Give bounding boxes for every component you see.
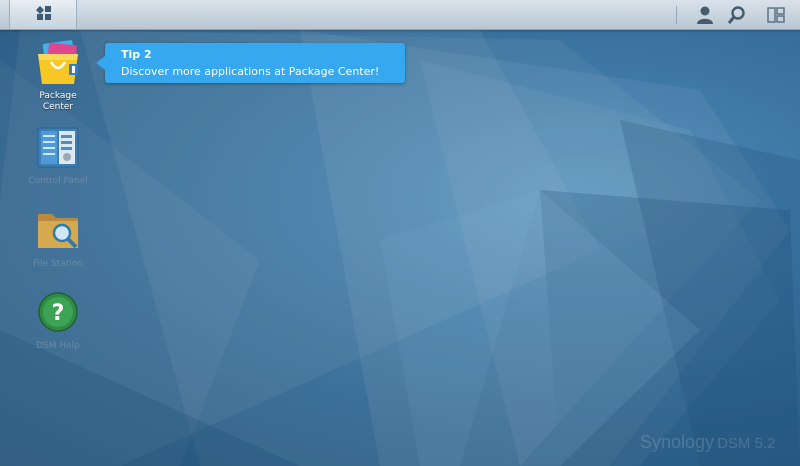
desktop-icon-file-station[interactable]: File Station (18, 208, 98, 270)
desktop-icon-label: Control Panel (28, 176, 88, 186)
brand-version: DSM 5.2 (717, 435, 776, 452)
file-station-icon (34, 208, 82, 256)
user-icon[interactable] (695, 5, 715, 25)
help-icon: ? (34, 290, 82, 338)
widgets-icon[interactable] (766, 5, 786, 25)
desktop-icon-dsm-help[interactable]: ? DSM Help (18, 290, 98, 352)
brand-watermark: Synology DSM 5.2 (640, 432, 775, 453)
brand-name: Synology (640, 432, 715, 452)
svg-text:?: ? (52, 301, 65, 326)
tip-text: Discover more applications at Package Ce… (121, 65, 380, 78)
main-menu-icon (36, 6, 51, 20)
desktop-icon-control-panel[interactable]: Control Panel (18, 125, 98, 187)
desktop-icon-label: DSM Help (36, 341, 80, 351)
desktop-icon-label: Package Center (39, 91, 77, 112)
taskbar-separator (676, 6, 677, 24)
desktop-icon-label: File Station (33, 259, 83, 269)
package-center-icon (34, 40, 82, 88)
tip-balloon[interactable]: Tip 2 Discover more applications at Pack… (96, 43, 405, 83)
tip-title: Tip 2 (121, 48, 152, 61)
taskbar (0, 0, 800, 30)
desktop-icon-package-center[interactable]: Package Center (18, 40, 98, 113)
search-icon[interactable] (727, 5, 747, 25)
main-menu-button[interactable] (9, 0, 77, 29)
desktop[interactable]: Package Center Control Panel File Statio… (0, 0, 800, 466)
control-panel-icon (34, 125, 82, 173)
